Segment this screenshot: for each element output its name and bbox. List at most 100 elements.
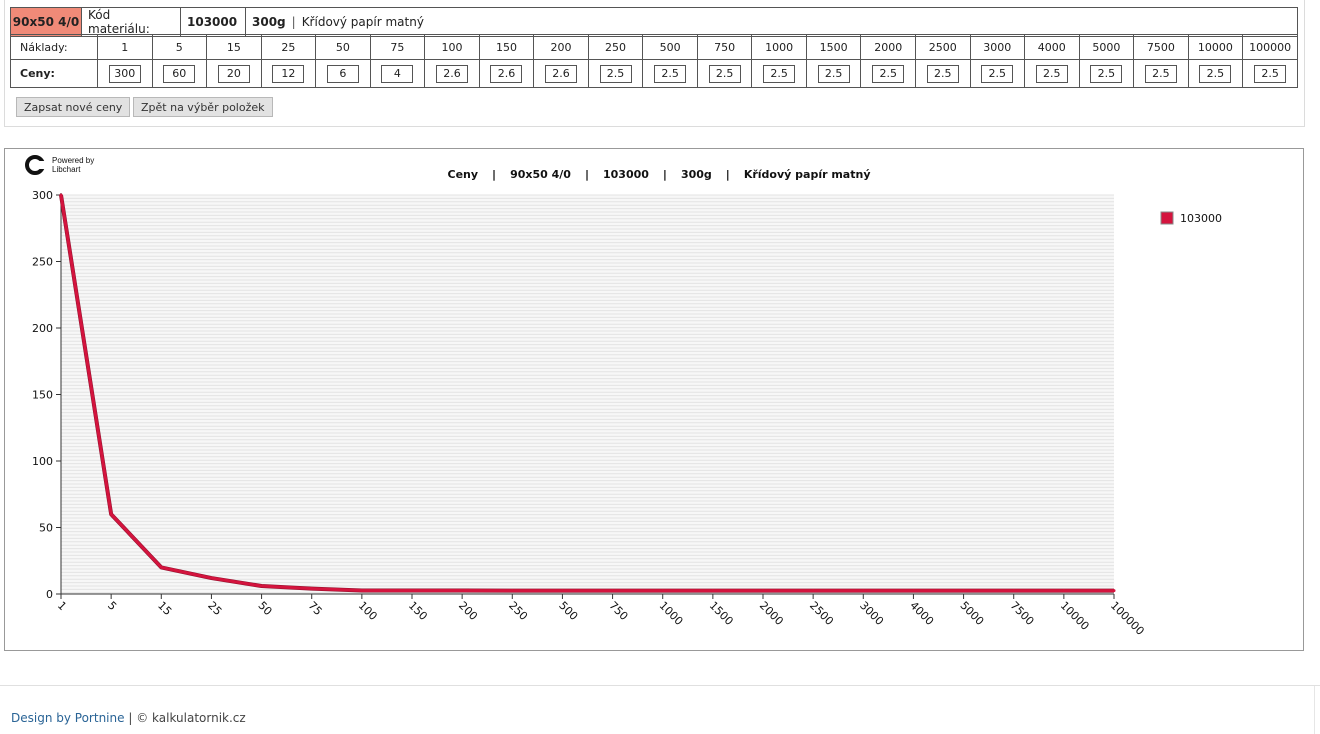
price-cell: 20 <box>206 59 262 88</box>
y-tick-label: 0 <box>46 588 53 601</box>
data-point <box>310 587 314 591</box>
logo-powered-by: Powered by <box>52 156 94 165</box>
y-tick-label: 50 <box>39 522 53 535</box>
price-input[interactable]: 12 <box>272 64 305 83</box>
price-input[interactable]: 2.5 <box>1035 64 1068 83</box>
legend-label: 103000 <box>1180 212 1222 225</box>
x-tick-label: 5 <box>105 599 119 613</box>
price-input[interactable]: 6 <box>326 64 359 83</box>
x-tick-label: 100 <box>356 599 380 623</box>
x-tick-label: 250 <box>506 599 530 623</box>
price-input[interactable]: 2.5 <box>763 64 796 83</box>
price-row: Ceny: 300 60 20 12 6 4 2.6 2.6 2.6 2.5 2.5 2.5 2.5 2.… <box>10 59 1298 88</box>
price-cell: 6 <box>315 59 371 88</box>
price-cell: 2.5 <box>1024 59 1080 88</box>
quantity-cell: 100000 <box>1242 34 1298 60</box>
y-tick-label: 300 <box>32 189 53 202</box>
price-input[interactable]: 300 <box>108 64 141 83</box>
data-point <box>911 589 915 593</box>
data-point <box>861 589 865 593</box>
price-cell: 2.5 <box>751 59 807 88</box>
x-tick-label: 3000 <box>857 599 886 628</box>
data-point <box>560 589 564 593</box>
price-cell: 2.5 <box>587 59 644 88</box>
price-cell: 2.5 <box>805 59 862 88</box>
x-tick-label: 1 <box>55 599 69 613</box>
price-input[interactable]: 2.5 <box>926 64 959 83</box>
price-cell: 300 <box>97 59 153 88</box>
chart-title-separator: | <box>492 168 496 181</box>
price-input[interactable]: 2.5 <box>599 64 632 83</box>
y-tick-label: 250 <box>32 256 53 269</box>
chart-title-part: 103000 <box>603 168 649 181</box>
x-tick-label: 50 <box>255 599 274 618</box>
x-tick-label: 7500 <box>1008 599 1037 628</box>
libchart-logo-icon <box>25 155 45 175</box>
quantity-cell: 1000 <box>751 34 807 60</box>
quantity-cell: 15 <box>206 34 262 60</box>
price-cell: 2.5 <box>1078 59 1135 88</box>
price-chart: Powered by Libchart Ceny | 90x50 4/0 | 10300… <box>4 148 1304 651</box>
price-cell: 2.5 <box>860 59 916 88</box>
data-point <box>1012 589 1016 593</box>
chart-title-text: Ceny | 90x50 4/0 | 103000 | 300g | Křídový papír… <box>448 168 871 181</box>
quantity-cell: 5 <box>151 34 208 60</box>
data-point <box>1112 589 1116 593</box>
save-prices-button[interactable]: Zapsat nové ceny <box>16 97 131 117</box>
x-tick-label: 15 <box>155 599 174 618</box>
quantity-cell: 7500 <box>1133 34 1189 60</box>
quantity-cell: 1500 <box>805 34 862 60</box>
x-tick-label: 500 <box>556 599 580 623</box>
price-input[interactable]: 2.5 <box>1090 64 1123 83</box>
x-tick-label: 2500 <box>807 599 836 628</box>
legend-swatch <box>1160 211 1174 225</box>
quantity-cell: 150 <box>478 34 535 60</box>
quantity-cell: 25 <box>260 34 317 60</box>
data-point <box>510 589 514 593</box>
price-input[interactable]: 20 <box>217 64 250 83</box>
quantity-cell: 2500 <box>914 34 971 60</box>
price-cell: 2.6 <box>533 59 589 88</box>
data-point <box>209 576 213 580</box>
chart-title-part: 90x50 4/0 <box>510 168 571 181</box>
data-point <box>1062 589 1066 593</box>
data-point <box>59 193 63 197</box>
x-tick-label: 1500 <box>707 599 736 628</box>
price-input[interactable]: 2.5 <box>981 64 1014 83</box>
price-input[interactable]: 2.5 <box>708 64 741 83</box>
price-cell: 2.5 <box>914 59 971 88</box>
price-input[interactable]: 2.6 <box>435 64 468 83</box>
quantity-cell: 50 <box>315 34 371 60</box>
price-input[interactable]: 2.6 <box>545 64 578 83</box>
price-input[interactable]: 2.5 <box>1254 64 1287 83</box>
price-input[interactable]: 2.5 <box>817 64 850 83</box>
data-point <box>611 589 615 593</box>
quantity-row-label: Náklady: <box>10 34 98 60</box>
y-tick-label: 100 <box>32 455 53 468</box>
quantity-cell: 10000 <box>1187 34 1244 60</box>
quantity-cell: 750 <box>696 34 753 60</box>
quantity-cell: 250 <box>587 34 644 60</box>
price-input[interactable]: 2.5 <box>1144 64 1177 83</box>
design-credit-link[interactable]: Design by Portnine <box>11 711 125 725</box>
x-tick-label: 100000 <box>1108 599 1147 638</box>
header-separator: | <box>291 15 296 29</box>
quantity-cell: 4000 <box>1024 34 1080 60</box>
logo-libchart: Libchart <box>52 165 81 174</box>
price-input[interactable]: 2.5 <box>872 64 905 83</box>
price-cell: 2.6 <box>424 59 480 88</box>
data-point <box>761 589 765 593</box>
paper-weight: 300g <box>252 15 286 29</box>
price-input[interactable]: 4 <box>381 64 414 83</box>
price-cell: 2.5 <box>642 59 698 88</box>
price-input[interactable]: 2.5 <box>654 64 687 83</box>
plot-background <box>61 195 1114 594</box>
price-input[interactable]: 60 <box>163 64 196 83</box>
quantity-cell: 2000 <box>860 34 916 60</box>
price-input[interactable]: 2.5 <box>1199 64 1232 83</box>
copyright-text: © kalkulatornik.cz <box>136 711 246 725</box>
chart-legend: 103000 <box>1160 211 1222 225</box>
back-to-items-button[interactable]: Zpět na výběr položek <box>133 97 273 117</box>
price-cell: 2.5 <box>696 59 753 88</box>
price-input[interactable]: 2.6 <box>490 64 523 83</box>
